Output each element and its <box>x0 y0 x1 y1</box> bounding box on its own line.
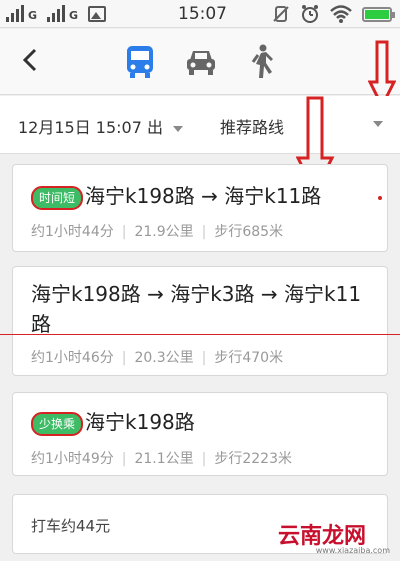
departure-time-selector[interactable]: 12月15日 15:07 出 <box>18 114 184 138</box>
route-walk: 步行685米 <box>214 224 284 240</box>
mode-walk-tab[interactable] <box>246 44 276 84</box>
network-type-2: G <box>69 9 79 22</box>
car-icon <box>187 51 215 75</box>
status-right <box>272 4 395 24</box>
route-badge-fastest: 时间短 <box>31 185 84 210</box>
transport-mode-bar <box>0 29 400 95</box>
chevron-left-icon <box>22 48 37 72</box>
route-card-2[interactable]: 海宁k198路 → 海宁k3路 → 海宁k11路 约1小时46分 | 20.3公里 |… <box>12 266 388 376</box>
signal-icon <box>47 4 66 22</box>
wifi-icon <box>330 5 352 23</box>
mode-bus-tab[interactable] <box>124 44 156 84</box>
route-preference-label: 推荐路线 <box>220 118 285 137</box>
route-preference-selector[interactable]: 推荐路线 <box>220 114 284 138</box>
back-button[interactable] <box>22 47 38 78</box>
watermark: 云南龙网 www.xiazaiba.com <box>268 504 400 561</box>
route-duration: 约1小时44分 <box>31 224 114 240</box>
route-meta: 约1小时49分 | 21.1公里 | 步行2223米 <box>31 451 292 467</box>
status-time: 15:07 <box>178 4 227 24</box>
status-left: G G <box>6 4 107 22</box>
route-title: 时间短 海宁k198路 → 海宁k11路 <box>31 181 321 211</box>
taxi-estimate: 打车约44元 <box>31 517 111 535</box>
route-title-text: 海宁k198路 → 海宁k11路 <box>85 184 322 208</box>
annotation-line <box>0 334 400 335</box>
route-distance: 21.9公里 <box>134 224 194 240</box>
alarm-icon <box>302 5 318 23</box>
caret-down-icon[interactable] <box>373 121 383 127</box>
network-type-1: G <box>28 9 38 22</box>
departure-time-label: 12月15日 15:07 出 <box>18 118 164 137</box>
battery-icon <box>362 6 395 22</box>
signal-icon <box>6 4 24 22</box>
route-badge-fewer-transfers: 少换乘 <box>31 411 84 436</box>
route-walk: 步行470米 <box>214 350 284 366</box>
status-bar: G G 15:07 <box>0 0 400 28</box>
route-distance: 20.3公里 <box>134 350 194 366</box>
rotate-icon <box>273 6 289 22</box>
caret-down-icon <box>173 125 184 132</box>
route-walk: 步行2223米 <box>214 451 292 467</box>
watermark-url: www.xiazaiba.com <box>315 546 390 555</box>
route-title-text: 海宁k198路 <box>85 410 195 434</box>
route-title-text: 海宁k198路 → 海宁k3路 → 海宁k11路 <box>31 282 362 336</box>
route-card-3[interactable]: 少换乘 海宁k198路 约1小时49分 | 21.1公里 | 步行2223米 <box>12 392 388 476</box>
mode-car-tab[interactable] <box>184 44 218 82</box>
route-meta: 约1小时46分 | 20.3公里 | 步行470米 <box>31 350 284 366</box>
bus-icon <box>127 46 153 78</box>
walk-icon <box>251 44 273 78</box>
annotation-dot <box>378 196 382 200</box>
route-card-1[interactable]: 时间短 海宁k198路 → 海宁k11路 约1小时44分 | 21.9公里 | 步行685… <box>12 164 388 252</box>
route-duration: 约1小时46分 <box>31 350 114 366</box>
route-duration: 约1小时49分 <box>31 451 114 467</box>
route-distance: 21.1公里 <box>134 451 194 467</box>
image-icon <box>88 6 107 22</box>
filter-bar: 12月15日 15:07 出 推荐路线 <box>0 96 400 154</box>
route-title: 少换乘 海宁k198路 <box>31 407 195 437</box>
route-meta: 约1小时44分 | 21.9公里 | 步行685米 <box>31 224 284 240</box>
